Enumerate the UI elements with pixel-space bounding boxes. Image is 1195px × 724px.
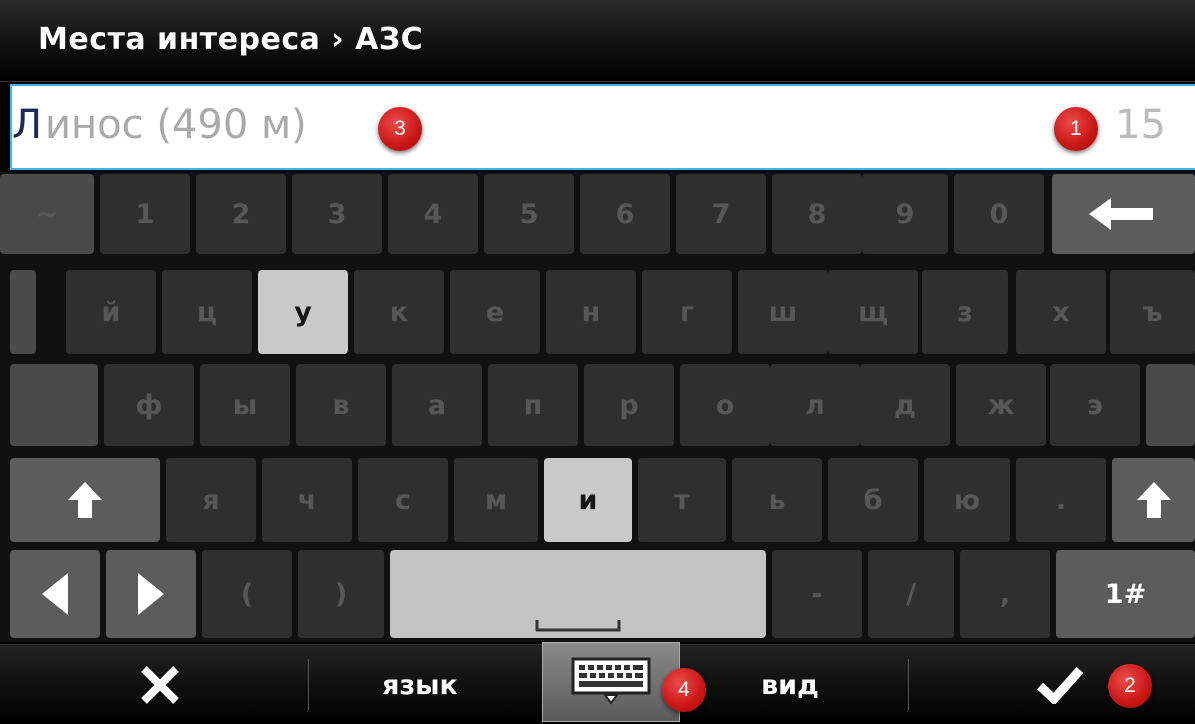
search-input[interactable]: Л инос (490 м) 15	[10, 84, 1195, 170]
key-й[interactable]: й	[66, 270, 156, 354]
key-г[interactable]: г	[642, 270, 732, 354]
key-з[interactable]: з	[922, 270, 1008, 354]
key-р[interactable]: р	[584, 364, 674, 446]
close-button[interactable]	[60, 645, 260, 724]
key-tilde[interactable]: ~	[0, 174, 94, 254]
backspace-key[interactable]	[1052, 174, 1195, 254]
backspace-arrow-icon	[1088, 198, 1153, 230]
key-right-edge	[1146, 364, 1195, 446]
key-м[interactable]: м	[454, 458, 538, 542]
shift-left-key[interactable]	[10, 458, 160, 542]
key-ы[interactable]: ы	[200, 364, 290, 446]
page-title: Места интереса › АЗС	[38, 22, 424, 57]
key-close-paren[interactable]: )	[298, 550, 384, 638]
shift-arrow-icon	[68, 482, 102, 518]
key-ф[interactable]: ф	[104, 364, 194, 446]
badge-1: 1	[1054, 107, 1098, 151]
key-т[interactable]: т	[638, 458, 726, 542]
cursor-right-icon	[138, 573, 164, 615]
language-button[interactable]: язык	[330, 645, 510, 724]
badge-4: 4	[662, 668, 706, 712]
cursor-left-icon	[42, 573, 68, 615]
space-bar-icon	[535, 620, 621, 632]
key-ч[interactable]: ч	[262, 458, 352, 542]
cursor-left-key[interactable]	[10, 550, 100, 638]
key-н[interactable]: н	[546, 270, 636, 354]
key-к[interactable]: к	[354, 270, 444, 354]
symbols-key[interactable]: 1#	[1056, 550, 1195, 638]
key-4[interactable]: 4	[388, 174, 478, 254]
key-о[interactable]: о	[680, 364, 770, 446]
keyboard-icon	[571, 657, 651, 705]
key-п[interactable]: п	[488, 364, 578, 446]
key-б[interactable]: б	[828, 458, 918, 542]
checkmark-icon	[1036, 666, 1084, 704]
key-у[interactable]: у	[258, 270, 348, 354]
key-ю[interactable]: ю	[924, 458, 1010, 542]
key-9[interactable]: 9	[862, 174, 948, 254]
on-screen-keyboard: ~ 1 2 3 4 5 6 7 8 9 0 й ц у к е н г ш щ …	[0, 172, 1195, 642]
key-comma[interactable]: ,	[960, 550, 1050, 638]
key-э[interactable]: э	[1050, 364, 1140, 446]
key-left-edge-2	[10, 364, 98, 446]
key-ц[interactable]: ц	[162, 270, 252, 354]
key-а[interactable]: а	[392, 364, 482, 446]
key-х[interactable]: х	[1016, 270, 1106, 354]
key-dash[interactable]: -	[772, 550, 862, 638]
key-в[interactable]: в	[296, 364, 386, 446]
toolbar-divider	[908, 659, 909, 711]
view-button[interactable]: вид	[700, 645, 880, 724]
key-8[interactable]: 8	[772, 174, 862, 254]
autocomplete-suggestion: инос (490 м)	[45, 102, 307, 148]
key-2[interactable]: 2	[196, 174, 286, 254]
key-щ[interactable]: щ	[828, 270, 918, 354]
key-period[interactable]: .	[1016, 458, 1106, 542]
key-slash[interactable]: /	[868, 550, 954, 638]
cursor-right-key[interactable]	[106, 550, 196, 638]
key-1[interactable]: 1	[100, 174, 190, 254]
shift-right-key[interactable]	[1112, 458, 1195, 542]
key-3[interactable]: 3	[292, 174, 382, 254]
space-key[interactable]	[390, 550, 766, 638]
keyboard-toggle-button[interactable]	[542, 642, 680, 722]
key-с[interactable]: с	[358, 458, 448, 542]
toolbar-divider	[308, 659, 309, 711]
key-ь[interactable]: ь	[732, 458, 822, 542]
result-count[interactable]: 15	[1115, 102, 1166, 148]
badge-3: 3	[378, 107, 422, 151]
key-ж[interactable]: ж	[956, 364, 1046, 446]
close-x-icon	[141, 666, 179, 704]
key-и[interactable]: и	[544, 458, 632, 542]
key-5[interactable]: 5	[484, 174, 574, 254]
typed-text: Л	[12, 102, 43, 148]
key-6[interactable]: 6	[580, 174, 670, 254]
key-0[interactable]: 0	[954, 174, 1044, 254]
key-open-paren[interactable]: (	[202, 550, 292, 638]
key-ъ[interactable]: ъ	[1110, 270, 1195, 354]
badge-2: 2	[1108, 664, 1152, 708]
key-left-edge	[10, 270, 36, 354]
title-bar: Места интереса › АЗС	[0, 0, 1195, 82]
shift-arrow-icon	[1136, 482, 1171, 518]
key-д[interactable]: д	[860, 364, 950, 446]
key-е[interactable]: е	[450, 270, 540, 354]
key-я[interactable]: я	[166, 458, 256, 542]
key-л[interactable]: л	[770, 364, 860, 446]
key-ш[interactable]: ш	[738, 270, 828, 354]
key-7[interactable]: 7	[676, 174, 766, 254]
